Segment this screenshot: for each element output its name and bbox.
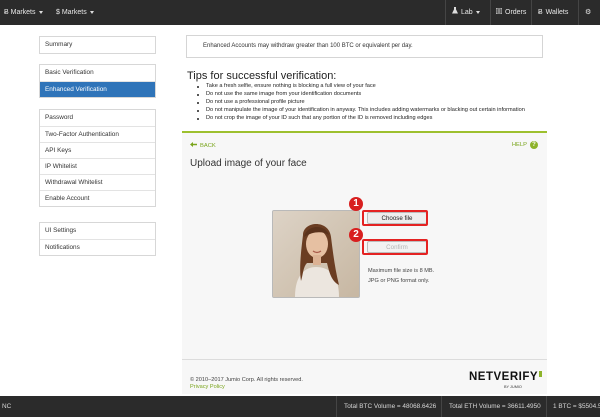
sidebar-item-two-factor[interactable]: Two-Factor Authentication <box>40 126 155 142</box>
back-link[interactable]: BACK <box>190 142 216 149</box>
top-nav-bar: Ƀ Markets $ Markets Lab Orders Ƀ Wallets … <box>0 0 600 25</box>
arrow-left-icon <box>190 142 197 149</box>
tip-item: Do not use a professional profile pictur… <box>197 99 525 107</box>
annotation-highlight-confirm <box>362 239 428 255</box>
upload-title: Upload image of your face <box>190 158 307 169</box>
lab-menu[interactable]: Lab <box>452 0 480 25</box>
sidebar-item-notifications[interactable]: Notifications <box>40 239 155 255</box>
copyright-text: © 2010–2017 Jumio Corp. All rights reser… <box>190 377 303 383</box>
wallets-link[interactable]: Ƀ Wallets <box>538 0 568 25</box>
flask-icon <box>452 0 458 25</box>
usd-markets-label: $ Markets <box>56 9 87 16</box>
annotation-badge-1: 1 <box>349 197 363 211</box>
gear-icon: ⚙ <box>585 9 592 16</box>
tip-item: Take a fresh selfie, ensure nothing is b… <box>197 83 525 91</box>
sidebar-item-basic-verification[interactable]: Basic Verification <box>40 65 155 81</box>
total-eth-volume: Total ETH Volume = 36611.4950 <box>449 403 541 410</box>
sidebar-group-summary: Summary <box>39 36 156 54</box>
sidebar-item-withdrawal-whitelist[interactable]: Withdrawal Whitelist <box>40 174 155 190</box>
tip-item: Do not use the same image from your iden… <box>197 91 525 99</box>
tips-title: Tips for successful verification: <box>187 70 337 82</box>
logo-mark-icon <box>539 371 543 377</box>
chevron-down-icon <box>475 10 480 14</box>
help-question-icon: ? <box>530 141 538 149</box>
help-link[interactable]: HELP? <box>512 141 538 149</box>
sidebar-item-ip-whitelist[interactable]: IP Whitelist <box>40 158 155 174</box>
chevron-down-icon <box>89 10 94 14</box>
usd-markets-menu[interactable]: $ Markets <box>56 0 94 25</box>
settings-menu[interactable]: ⚙ <box>585 0 591 25</box>
tip-item: Do not manipulate the image of your iden… <box>197 107 525 115</box>
chevron-down-icon <box>38 10 43 14</box>
btc-markets-menu[interactable]: Ƀ Markets <box>4 0 43 25</box>
total-btc-volume: Total BTC Volume = 48068.6426 <box>344 403 437 410</box>
btc-markets-label: Ƀ Markets <box>4 9 36 16</box>
divider <box>182 359 547 360</box>
netverify-logo-text: NETVERIFY <box>469 371 539 383</box>
divider <box>336 396 337 417</box>
back-label: BACK <box>200 143 216 149</box>
divider <box>531 0 532 25</box>
file-requirements: Maximum file size is 8 MB. JPG or PNG fo… <box>368 266 434 286</box>
annotation-highlight-choose-file <box>362 210 428 226</box>
sidebar-group-preferences: UI Settings Notifications <box>39 222 156 256</box>
sidebar-item-summary[interactable]: Summary <box>40 37 155 53</box>
sidebar-group-verification: Basic Verification Enhanced Verification <box>39 64 156 98</box>
help-label: HELP <box>511 142 527 148</box>
divider <box>490 0 491 25</box>
divider <box>441 396 442 417</box>
sidebar-item-enable-account[interactable]: Enable Account <box>40 190 155 206</box>
privacy-policy-link[interactable]: Privacy Policy <box>190 384 303 391</box>
bitcoin-icon: Ƀ <box>538 9 543 16</box>
bottom-status-bar: NC Total BTC Volume = 48068.6426 Total E… <box>0 396 600 417</box>
divider <box>546 396 547 417</box>
withdrawal-notice: Enhanced Accounts may withdraw greater t… <box>186 35 543 58</box>
sidebar-item-enhanced-verification[interactable]: Enhanced Verification <box>40 81 155 97</box>
orders-label: Orders <box>505 9 527 16</box>
ticker-left: NC <box>2 403 12 410</box>
orders-icon <box>495 0 503 25</box>
btc-price: 1 BTC = $5504.5 <box>553 403 600 410</box>
divider <box>445 0 446 25</box>
jumio-byline: BY JUMIO <box>504 385 522 389</box>
netverify-logo: NETVERIFY <box>469 371 543 383</box>
sidebar-item-ui-settings[interactable]: UI Settings <box>40 223 155 239</box>
copyright-block: © 2010–2017 Jumio Corp. All rights reser… <box>190 377 303 391</box>
tip-item: Do not crop the image of your ID such th… <box>197 115 525 123</box>
face-preview-image <box>272 210 360 298</box>
sidebar-group-security: Password Two-Factor Authentication API K… <box>39 109 156 207</box>
netverify-panel: BACK HELP? Upload image of your face Cho… <box>182 131 547 394</box>
sidebar-item-api-keys[interactable]: API Keys <box>40 142 155 158</box>
annotation-badge-2: 2 <box>349 228 363 242</box>
lab-label: Lab <box>461 9 473 16</box>
divider <box>578 0 579 25</box>
tips-list: Take a fresh selfie, ensure nothing is b… <box>197 83 525 123</box>
wallets-label: Wallets <box>545 9 569 16</box>
orders-link[interactable]: Orders <box>495 0 527 25</box>
max-file-size-text: Maximum file size is 8 MB. <box>368 268 435 274</box>
sidebar-item-password[interactable]: Password <box>40 110 155 126</box>
file-format-text: JPG or PNG format only. <box>368 278 430 284</box>
